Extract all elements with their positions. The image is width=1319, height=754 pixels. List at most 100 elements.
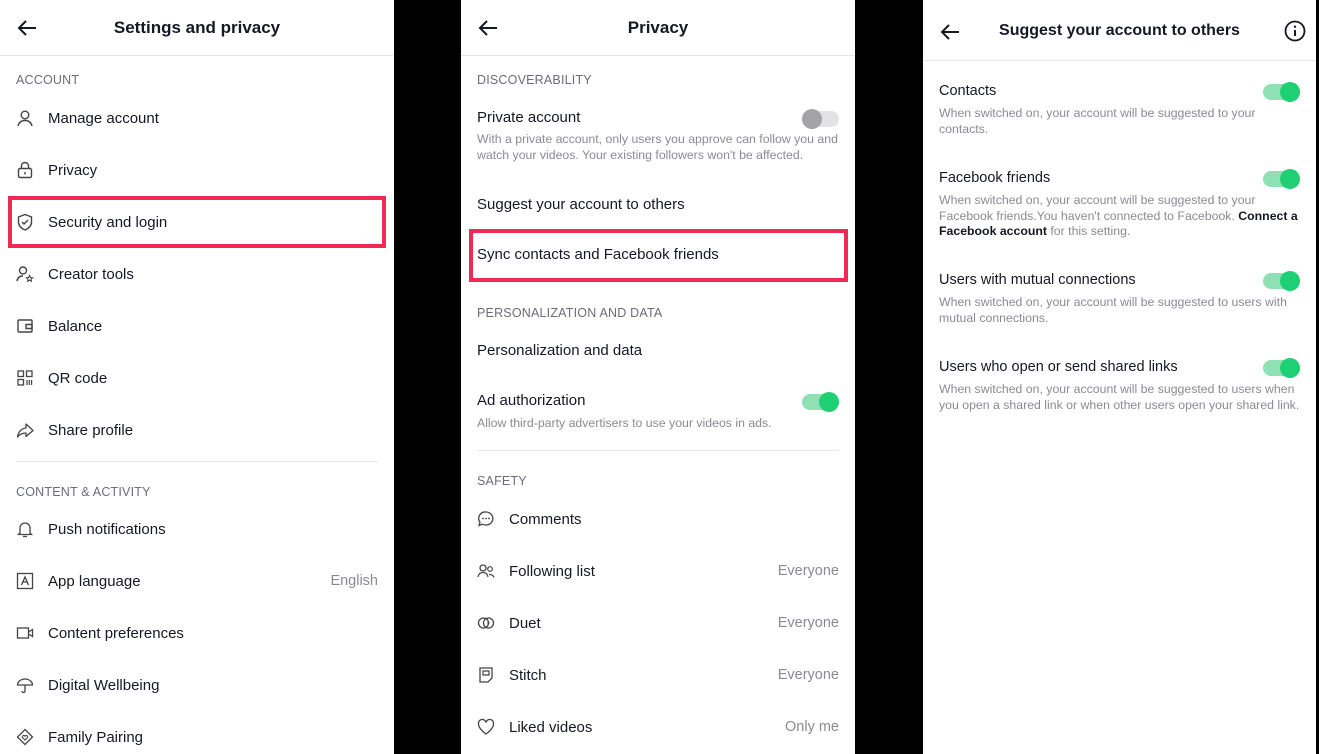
umbrella-icon [16,678,34,694]
setting-desc: When switched on, your account will be s… [939,106,1256,136]
setting-title: Users with mutual connections [939,272,1136,288]
balance-item[interactable]: Balance [0,300,394,352]
creator-tools-item[interactable]: Creator tools [0,248,394,300]
privacy-panel: Privacy DISCOVERABILITY Private account … [461,0,855,754]
item-label: Comments [509,510,582,528]
section-divider [477,450,839,451]
suggest-account-panel: Suggest your account to others Contacts … [923,0,1316,754]
content-preferences-item[interactable]: Content preferences [0,607,394,659]
item-label: Duet [509,614,541,632]
private-account-label: Private account [477,109,581,126]
private-account-desc: With a private account, only users you a… [477,132,838,162]
ad-authorization-toggle[interactable] [802,392,839,412]
setting-desc: When switched on, your account will be s… [939,193,1302,240]
comment-icon [477,511,494,527]
item-label: Personalization and data [477,341,643,359]
settings-header: Settings and privacy [0,0,394,56]
facebook-friends-toggle[interactable] [1263,169,1300,189]
stitch-value: Everyone [777,667,839,683]
comments-item[interactable]: Comments [461,493,855,545]
item-label: QR code [48,369,108,387]
duet-item[interactable]: Duet Everyone [461,597,855,649]
contacts-toggle[interactable] [1263,82,1300,102]
qr-icon [17,370,33,386]
section-personalization: PERSONALIZATION AND DATA [477,306,663,320]
language-icon [16,572,34,590]
people-icon [477,564,495,578]
item-label: Privacy [48,161,98,179]
ad-authorization-label: Ad authorization [477,392,586,409]
item-label: Creator tools [48,265,134,283]
personalization-item[interactable]: Personalization and data [461,324,855,376]
item-label: App language [48,572,141,590]
app-language-item[interactable]: App language English [0,555,394,607]
family-pairing-item[interactable]: Family Pairing [0,711,394,754]
settings-panel: Settings and privacy ACCOUNT Manage acco… [0,0,394,754]
setting-title: Users who open or send shared links [939,359,1178,375]
digital-wellbeing-item[interactable]: Digital Wellbeing [0,659,394,711]
mutual-connections-toggle[interactable] [1263,271,1300,291]
item-label: Digital Wellbeing [48,676,160,694]
page-title: Suggest your account to others [999,22,1240,39]
private-account-toggle[interactable] [802,109,839,129]
page-title: Settings and privacy [113,18,281,37]
desc-tail: for this setting. [1050,224,1131,238]
toggle-knob [819,392,839,412]
lock-icon [17,161,33,179]
qr-code-item[interactable]: QR code [0,352,394,404]
setting-desc: When switched on, your account will be s… [939,382,1300,412]
connect-facebook-link-2[interactable]: Facebook account [939,224,1047,238]
liked-videos-item[interactable]: Liked videos Only me [461,701,855,753]
setting-desc: When switched on, your account will be s… [939,295,1287,325]
privacy-item[interactable]: Privacy [0,144,394,196]
share-profile-item[interactable]: Share profile [0,404,394,456]
item-label: Following list [509,562,595,580]
duet-icon [477,617,495,629]
toggle-knob [1280,169,1300,189]
setting-title: Facebook friends [939,170,1051,186]
share-icon [16,423,34,438]
connect-facebook-link[interactable]: Connect a [1238,209,1297,223]
wallet-icon [17,319,33,333]
section-account: ACCOUNT [16,73,80,87]
stitch-item[interactable]: Stitch Everyone [461,649,855,701]
setting-title: Contacts [939,83,997,99]
following-list-value: Everyone [777,563,839,579]
bell-icon [16,522,34,538]
item-label: Suggest your account to others [477,195,685,213]
person-icon [17,110,33,127]
home-heart-icon [16,728,34,746]
info-icon[interactable] [1284,20,1306,42]
liked-videos-value: Only me [785,719,839,735]
language-value: English [330,573,378,589]
desc-text: When switched on, your account will be s… [939,193,1256,223]
highlight-box-security [8,196,386,248]
duet-value: Everyone [777,615,839,631]
toggle-knob [802,109,822,129]
section-content-activity: CONTENT & ACTIVITY [16,485,151,499]
item-label: Push notifications [48,520,166,538]
shared-links-toggle[interactable] [1263,358,1300,378]
toggle-knob [1280,358,1300,378]
toggle-knob [1280,271,1300,291]
stitch-icon [479,667,493,683]
toggle-knob [1280,82,1300,102]
suggest-header: Suggest your account to others [923,0,1316,61]
item-label: Content preferences [48,624,184,642]
suggest-account-item[interactable]: Suggest your account to others [461,178,855,230]
privacy-header: Privacy [461,0,855,56]
item-label: Balance [48,317,103,335]
push-notifications-item[interactable]: Push notifications [0,503,394,555]
item-label: Stitch [509,666,547,684]
heart-icon [477,718,495,735]
manage-account-item[interactable]: Manage account [0,92,394,144]
highlight-box-sync [469,229,848,282]
item-label: Liked videos [509,718,593,736]
following-list-item[interactable]: Following list Everyone [461,545,855,597]
creator-icon [16,266,34,283]
section-discoverability: DISCOVERABILITY [477,73,592,87]
video-icon [16,627,34,639]
item-label: Manage account [48,109,159,127]
ad-authorization-desc: Allow third-party advertisers to use you… [477,416,772,430]
section-safety: SAFETY [477,474,527,488]
